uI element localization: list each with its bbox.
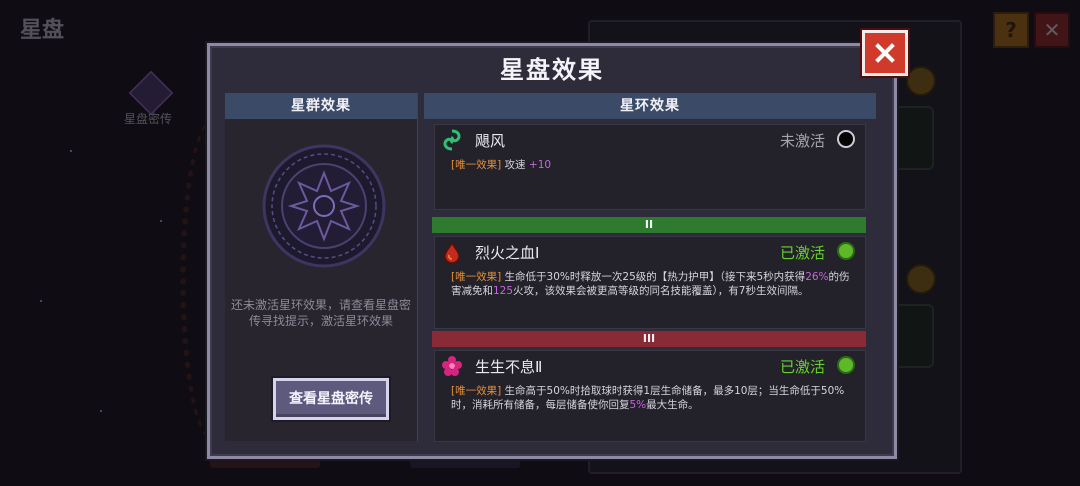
blood-drop-icon [444,241,460,263]
effect-text: 最大生命。 [646,399,699,411]
effect-tag: [唯一效果] [451,271,502,283]
cyclone-icon [443,129,461,151]
tier-bar-ii: II [432,217,866,233]
ring-effects-header: 星环效果 [424,93,876,119]
close-x-icon [875,43,895,63]
view-star-chart-secret-button[interactable]: 查看星盘密传 [273,378,389,420]
effect-tag: [唯一效果] [451,385,502,397]
constellation-effects-header: 星群效果 [225,93,417,119]
effect-description: [唯一效果] 生命低于30%时释放一次25级的【热力护甲】（接下来5秒内获得26… [451,270,855,298]
tier-bar-iii: III [432,331,866,347]
effect-text: 攻速 [504,159,529,171]
effect-value: 26% [805,271,829,283]
effect-name: 烈火之血Ⅰ [475,244,540,262]
effect-name: 飓风 [475,132,506,150]
effect-value: 5% [629,399,647,411]
dialog-close-button[interactable] [862,30,908,76]
status-indicator-icon [837,356,855,374]
inactive-tip-text: 还未激活星环效果，请查看星盘密传寻找提示，激活星环效果 [231,298,412,328]
star-chart-effects-dialog: 星盘效果 星群效果 还未激活星环效果，请查看星盘密传寻找提示，激活星环效果 查看… [207,43,897,459]
effect-tag: [唯一效果] [451,159,502,171]
effect-value: +10 [528,159,552,171]
flower-icon [442,356,462,376]
star-disc-icon [262,144,386,268]
ring-effect-card: 烈火之血Ⅰ 已激活 [唯一效果] 生命低于30%时释放一次25级的【热力护甲】（… [434,236,866,329]
effect-status: 未激活 [779,132,825,150]
ring-effects-panel: 星环效果 飓风 未激活 [唯一效果] 攻速 +10 II 烈火之血Ⅰ 已激活 [… [424,93,876,442]
effect-value: 125 [493,285,514,297]
ring-effect-card: 飓风 未激活 [唯一效果] 攻速 +10 [434,124,866,210]
effect-description: [唯一效果] 生命高于50%时拾取球时获得1层生命储备，最多10层；当生命低于5… [451,384,855,412]
effect-name: 生生不息Ⅱ [475,358,543,376]
effect-status: 已激活 [779,358,825,376]
effect-text: 火攻，该效果会被更高等级的同名技能覆盖），有7秒生效间隔。 [513,285,809,297]
status-indicator-icon [837,130,855,148]
status-indicator-icon [837,242,855,260]
effect-description: [唯一效果] 攻速 +10 [451,158,855,172]
dialog-title: 星盘效果 [500,56,604,84]
constellation-effects-panel: 星群效果 还未激活星环效果，请查看星盘密传寻找提示，激活星环效果 查看星盘密传 [225,93,418,441]
effect-text: 生命低于30%时释放一次25级的【热力护甲】（接下来5秒内获得 [504,271,806,283]
effect-status: 已激活 [779,244,825,262]
ring-effect-card: 生生不息Ⅱ 已激活 [唯一效果] 生命高于50%时拾取球时获得1层生命储备，最多… [434,350,866,442]
